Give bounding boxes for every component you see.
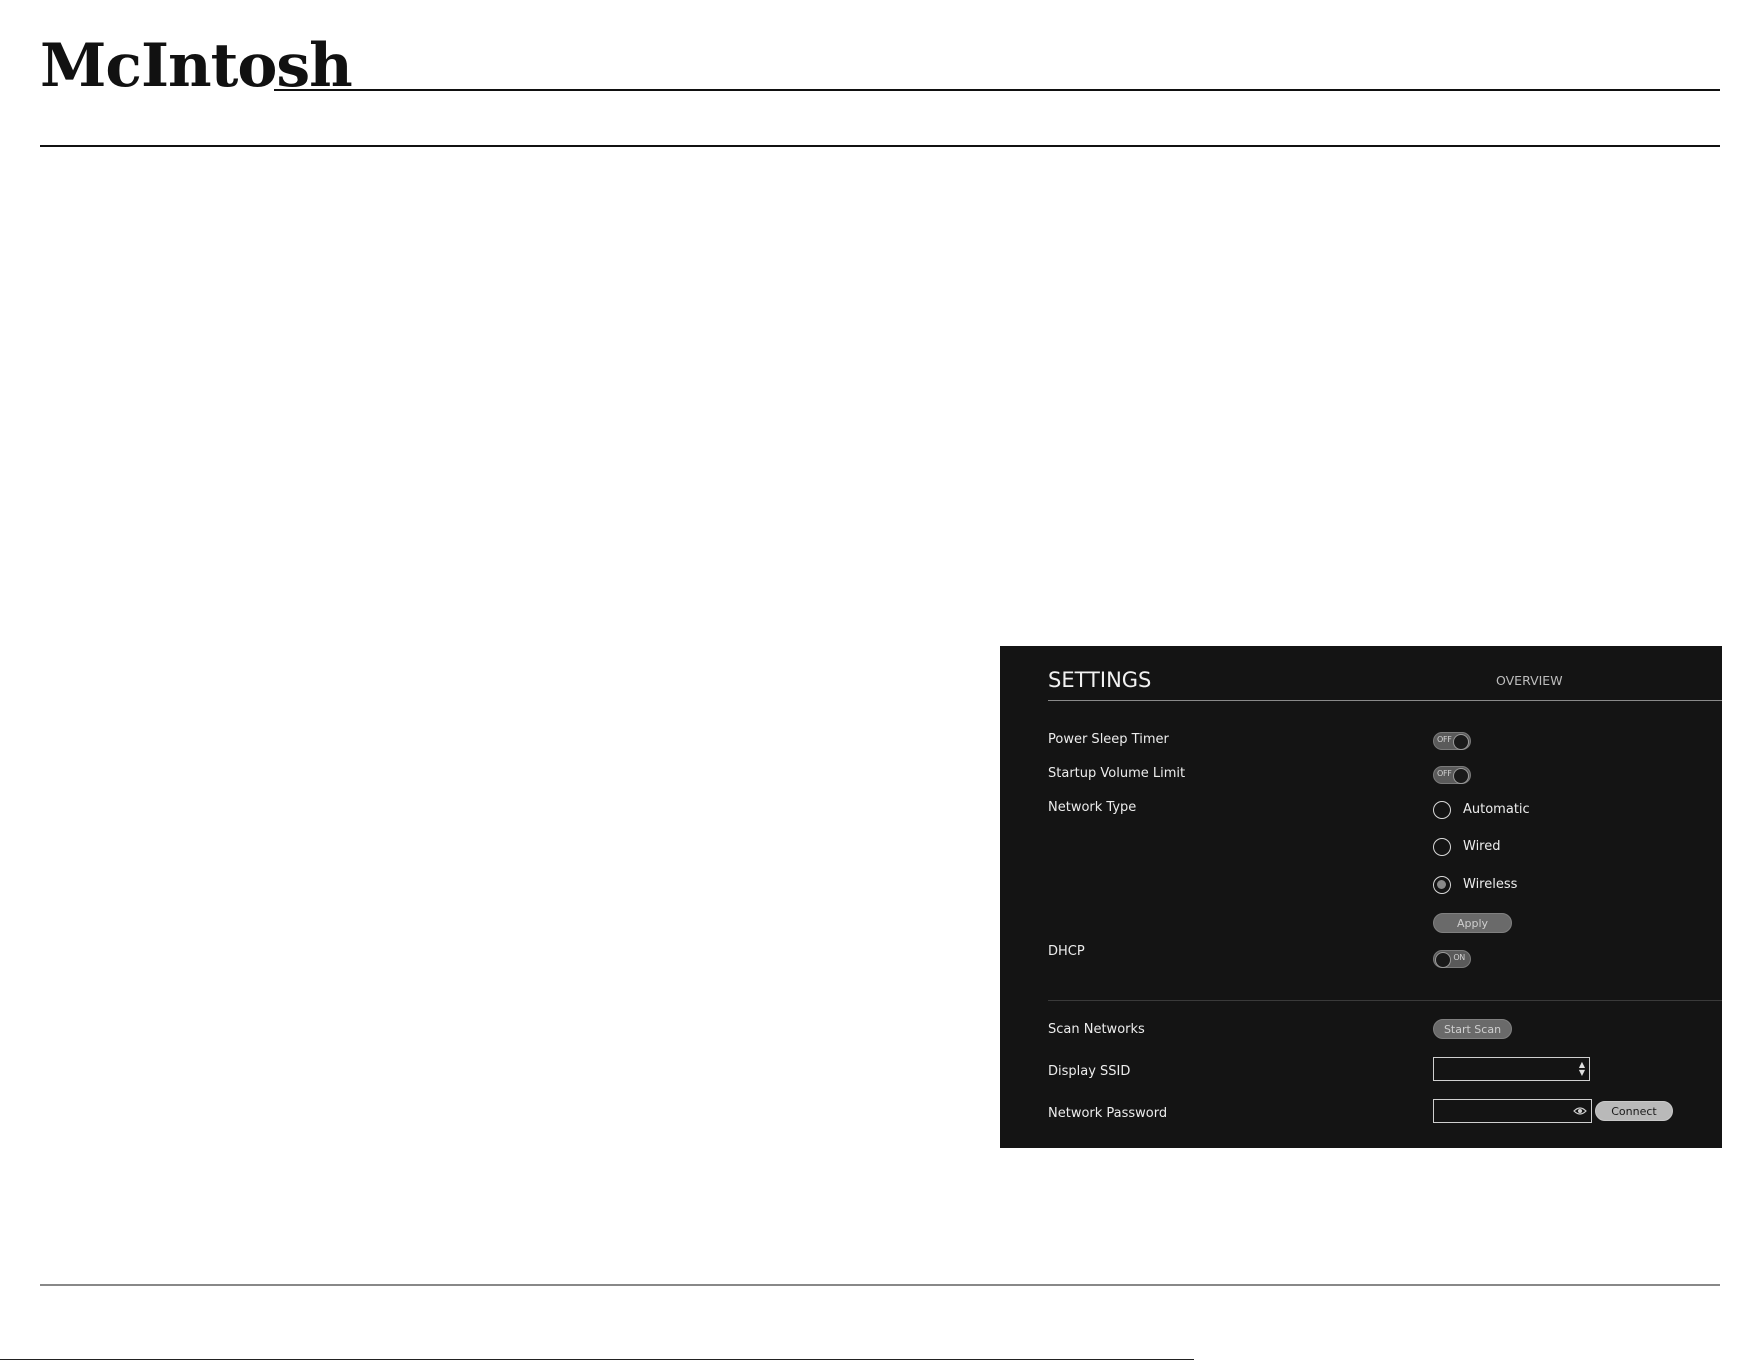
scan-networks-label: Scan Networks <box>1048 1022 1145 1037</box>
network-type-wireless-label: Wireless <box>1463 877 1518 892</box>
network-type-automatic-label: Automatic <box>1463 802 1530 817</box>
toggle-state-label: ON <box>1453 953 1465 962</box>
up-down-arrows-icon: ▲ ▼ <box>1578 1060 1585 1077</box>
network-type-wireless-radio[interactable] <box>1433 876 1451 894</box>
section-divider <box>1048 1000 1722 1001</box>
toggle-knob <box>1453 768 1469 784</box>
startup-volume-limit-label: Startup Volume Limit <box>1048 766 1186 781</box>
toggle-state-label: OFF <box>1437 735 1452 744</box>
start-scan-button[interactable]: Start Scan <box>1433 1019 1512 1039</box>
toggle-knob <box>1453 734 1469 750</box>
overview-link[interactable]: OVERVIEW <box>1496 673 1563 688</box>
power-sleep-timer-label: Power Sleep Timer <box>1048 732 1169 747</box>
network-type-label: Network Type <box>1048 800 1137 815</box>
display-ssid-select[interactable]: ▲ ▼ <box>1433 1057 1590 1081</box>
display-ssid-label: Display SSID <box>1048 1064 1131 1079</box>
footer-rule <box>40 1284 1720 1286</box>
network-password-label: Network Password <box>1048 1106 1168 1121</box>
dhcp-toggle[interactable]: ON <box>1433 950 1471 968</box>
settings-title: SETTINGS <box>1048 668 1152 692</box>
power-sleep-timer-toggle[interactable]: OFF <box>1433 732 1471 750</box>
toggle-state-label: OFF <box>1437 769 1452 778</box>
connect-button[interactable]: Connect <box>1595 1101 1673 1121</box>
apply-button[interactable]: Apply <box>1433 913 1512 933</box>
network-password-input[interactable] <box>1433 1099 1592 1123</box>
startup-volume-limit-toggle[interactable]: OFF <box>1433 766 1471 784</box>
settings-panel-screenshot: SETTINGS OVERVIEW Power Sleep Timer OFF … <box>1000 646 1722 1148</box>
toggle-knob <box>1435 952 1451 968</box>
network-type-wired-label: Wired <box>1463 839 1501 854</box>
title-divider <box>1048 700 1722 701</box>
bottom-edge-rule <box>0 1359 1194 1360</box>
eye-icon[interactable] <box>1573 1106 1587 1116</box>
header-rule-short <box>274 89 1720 91</box>
header-rule-long <box>40 145 1720 147</box>
dhcp-label: DHCP <box>1048 944 1085 959</box>
network-type-wired-radio[interactable] <box>1433 838 1451 856</box>
network-type-automatic-radio[interactable] <box>1433 801 1451 819</box>
